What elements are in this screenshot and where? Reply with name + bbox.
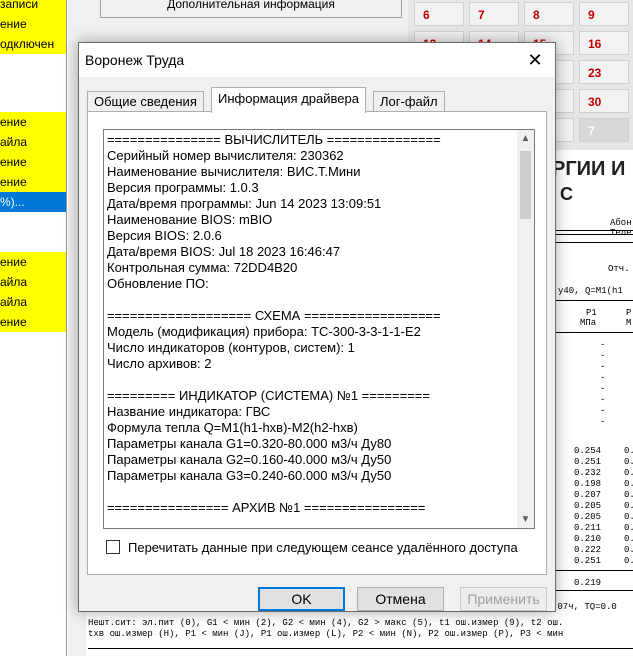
background-list-item[interactable]: %)... (0, 192, 66, 212)
reread-checkbox-row[interactable]: Перечитать данные при следующем сеансе у… (106, 540, 518, 555)
background-list-item[interactable]: одключен (0, 34, 66, 54)
report-row-value: 0.205 (574, 501, 602, 511)
properties-dialog: Воронеж Труда ✕ Общие сведения Информаци… (78, 42, 556, 612)
report-row-value-next: 0. (624, 523, 633, 533)
report-row-value: 0.211 (574, 523, 602, 533)
driver-info-panel: =============== ВЫЧИСЛИТЕЛЬ ============… (87, 111, 547, 575)
apply-button[interactable]: Применить (460, 587, 547, 611)
calendar-day[interactable]: 8 (524, 2, 574, 26)
cancel-button[interactable]: Отмена (357, 587, 444, 611)
report-dash: - (600, 406, 606, 416)
report-dash: - (600, 362, 606, 372)
report-row-value: 0.198 (574, 479, 602, 489)
report-last-value: 0.219 (574, 578, 602, 588)
dialog-titlebar[interactable]: Воронеж Труда ✕ (79, 43, 555, 77)
report-row-value-next: 0. (624, 545, 633, 555)
report-col-p: P (626, 308, 632, 318)
report-dash: - (600, 351, 606, 361)
report-row-value: 0.251 (574, 457, 602, 467)
report-row-value: 0.232 (574, 468, 602, 478)
background-list-item[interactable]: записи (0, 0, 66, 14)
background-list-item[interactable]: айла (0, 272, 66, 292)
report-footer-line2: tхв ош.измер (H), P1 < мин (J), P1 ош.из… (88, 629, 564, 639)
calendar-day[interactable]: 7 (469, 2, 519, 26)
background-list-item[interactable]: айла (0, 132, 66, 152)
report-row-value: 0.205 (574, 512, 602, 522)
report-abon: Абон (610, 218, 632, 228)
driver-info-textbox[interactable]: =============== ВЫЧИСЛИТЕЛЬ ============… (103, 129, 535, 529)
report-heading: РГИИ И (552, 158, 626, 180)
dialog-title: Воронеж Труда (85, 52, 185, 68)
report-dash: - (600, 373, 606, 383)
calendar-day[interactable]: 23 (579, 60, 629, 84)
report-col-mpa: МПа (580, 318, 597, 328)
report-row-value: 0.210 (574, 534, 602, 544)
report-dash: - (600, 417, 606, 427)
calendar-day[interactable]: 7 (579, 118, 629, 142)
report-formula-fragment: у40, Q=M1(h1 (558, 286, 623, 296)
background-list-item[interactable]: ение (0, 172, 66, 192)
report-col-p1: P1 (586, 308, 597, 318)
background-report: РГИИ И С Абон Теле Отч. у40, Q=M1(h1 P1 … (548, 150, 633, 612)
background-list-item[interactable]: ение (0, 112, 66, 132)
report-footer-line1: Нешт.сит: эл.пит (0), G1 < мин (2), G2 <… (88, 618, 564, 628)
ok-button[interactable]: OK (258, 587, 345, 611)
scroll-up-icon[interactable]: ▲ (517, 130, 534, 147)
report-col-m: М (626, 318, 632, 328)
calendar-day[interactable]: 16 (579, 31, 629, 55)
report-otch: Отч. (608, 264, 630, 274)
report-row-value: 0.222 (574, 545, 602, 555)
report-subheading: С (560, 184, 573, 204)
report-row-value-next: 0. (624, 468, 633, 478)
background-list-item[interactable]: ение (0, 152, 66, 172)
vertical-scrollbar[interactable]: ▲ ▼ (517, 130, 534, 528)
calendar-day[interactable]: 9 (579, 2, 629, 26)
scroll-thumb[interactable] (520, 151, 531, 219)
close-icon[interactable]: ✕ (515, 43, 555, 77)
report-row-value: 0.207 (574, 490, 602, 500)
report-row-value: 0.251 (574, 556, 602, 566)
reread-checkbox-label: Перечитать данные при следующем сеансе у… (128, 540, 518, 555)
report-dash: - (600, 395, 606, 405)
report-row-value-next: 0. (624, 512, 633, 522)
background-list-item[interactable]: ение (0, 312, 66, 332)
report-row-value-next: 0. (624, 556, 633, 566)
background-task-list: записи ение одключен ение айла ение ение%)... е… (0, 0, 67, 656)
reread-checkbox[interactable] (106, 540, 120, 554)
scroll-down-icon[interactable]: ▼ (517, 511, 534, 528)
report-dash: - (600, 340, 606, 350)
report-row-value-next: 0. (624, 490, 633, 500)
tab-general[interactable]: Общие сведения (87, 91, 204, 112)
tab-log-file[interactable]: Лог-файл (373, 91, 445, 112)
report-tele: Теле (610, 228, 632, 238)
report-row-value-next: 0. (624, 534, 633, 544)
report-row-value-next: 0. (624, 457, 633, 467)
report-row-value-next: 0. (624, 479, 633, 489)
report-row-value: 0.254 (574, 446, 602, 456)
extra-info-button[interactable]: Дополнительная информация (100, 0, 402, 18)
background-list-item[interactable]: ение (0, 252, 66, 272)
calendar-day[interactable]: 30 (579, 89, 629, 113)
driver-info-text: =============== ВЫЧИСЛИТЕЛЬ ============… (107, 132, 441, 515)
report-row-value-next: 0. (624, 446, 633, 456)
background-list-item[interactable]: ение (0, 14, 66, 34)
background-list-item[interactable]: айла (0, 292, 66, 312)
report-dash: - (600, 384, 606, 394)
calendar-day[interactable]: 6 (414, 2, 464, 26)
tab-driver-info[interactable]: Информация драйвера (211, 87, 366, 113)
report-row-value-next: 0. (624, 501, 633, 511)
